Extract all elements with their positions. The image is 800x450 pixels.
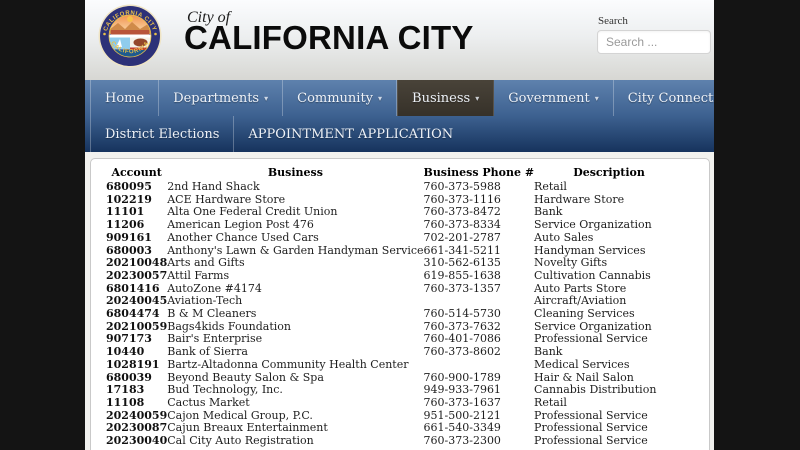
cell-business: American Legion Post 476: [167, 218, 314, 232]
table-row: 11206 American Legion Post 476 760-373-833…: [106, 218, 684, 232]
city-seal-logo[interactable]: CALIFORNIA CITY CALIFORNIA: [98, 4, 162, 68]
page-title: CALIFORNIA CITY: [184, 19, 474, 56]
cell-description: Retail: [534, 395, 567, 409]
search-box: Search: [597, 15, 711, 54]
nav-row-1: Home Departments ▾ Community ▾ Business ▾ Gover…: [85, 80, 714, 116]
page: CALIFORNIA CITY CALIFORNIA City of CALIF…: [85, 0, 714, 450]
table-row: 20230040 Cal City Auto Registration 760-37…: [106, 434, 684, 448]
cell-account: 6804474: [106, 307, 160, 321]
cell-account: 11108: [106, 395, 145, 409]
column-header-business: Business: [267, 166, 323, 179]
table-row: 680095 2nd Hand Shack 760-373-5988 Retail: [106, 180, 684, 194]
cell-business: Another Chance Used Cars: [167, 230, 319, 244]
nav-item-business[interactable]: Business ▾: [397, 80, 495, 116]
table-row: 1028191 Bartz-Altadonna Community Health …: [106, 357, 684, 372]
table-row: 20230057 Attil Farms 619-855-1638 Cultivati…: [106, 268, 684, 283]
cell-phone: 760-373-8334: [423, 218, 501, 232]
browser-viewport: CALIFORNIA CITY CALIFORNIA City of CALIF…: [0, 0, 800, 450]
column-header-phone: Business Phone #: [423, 166, 535, 179]
nav-item-community[interactable]: Community ▾: [283, 80, 398, 116]
table-row: 6804474 B & M Cleaners 760-514-5730 Cleanin…: [106, 307, 684, 321]
chevron-down-icon: ▾: [594, 94, 599, 103]
cell-business: Cactus Market: [167, 395, 250, 409]
business-directory-table: Account Business Business Phone # Descri…: [106, 166, 684, 448]
nav-item-city-connection[interactable]: City Connection▾: [614, 80, 714, 116]
nav-row-2: District Elections APPOINTMENT APPLICATIO…: [85, 116, 714, 152]
table-row: 10440 Bank of Sierra 760-373-8602 Bank: [106, 345, 684, 359]
cell-phone: [424, 359, 535, 372]
cell-description: Retail: [534, 180, 567, 193]
table-header: Account Business Business Phone # Descri…: [106, 166, 684, 181]
search-input[interactable]: [597, 30, 711, 54]
cell-description: Cultivation Cannabis: [534, 268, 651, 282]
cell-account: 680095: [106, 180, 152, 193]
cell-account: 11206: [106, 218, 145, 232]
cell-description: Cleaning Services: [534, 307, 635, 321]
cell-business: Bartz-Altadonna Community Health Center: [167, 357, 409, 371]
seal-star-right: [154, 32, 157, 36]
cell-business: Bank of Sierra: [167, 345, 248, 359]
cell-account: 909161: [106, 230, 152, 244]
cell-phone: 619-855-1638: [423, 268, 501, 282]
cell-phone: 760-373-5988: [423, 180, 501, 193]
nav-item-district-elections[interactable]: District Elections: [90, 116, 235, 152]
cell-description: Professional Service: [534, 434, 648, 448]
column-header-description: Description: [573, 166, 645, 179]
cell-phone: 760-373-1357: [423, 281, 501, 295]
cell-account: 1028191: [106, 357, 160, 371]
cell-business: Cal City Auto Registration: [167, 434, 314, 448]
cell-description: Service Organization: [534, 218, 652, 232]
cell-description: Medical Services: [534, 357, 630, 371]
cell-business: 2nd Hand Shack: [167, 180, 260, 193]
table-body: 680095 2nd Hand Shack 760-373-5988 Retail 10…: [106, 180, 684, 448]
cell-account: 20230040: [106, 434, 168, 448]
main-nav: Home Departments ▾ Community ▾ Business ▾ Gover…: [85, 80, 714, 152]
cell-account: 10440: [106, 345, 145, 359]
cell-phone: 760-373-8602: [423, 345, 501, 359]
table-row: 11108 Cactus Market 760-373-1637 Retail: [106, 395, 684, 410]
chevron-down-icon: ▾: [475, 94, 480, 103]
chevron-down-icon: ▾: [264, 94, 269, 103]
nav-item-appointment-application[interactable]: APPOINTMENT APPLICATION: [234, 116, 468, 152]
nav-item-government[interactable]: Government ▾: [494, 80, 614, 116]
nav-item-departments[interactable]: Departments ▾: [159, 80, 284, 116]
seal-star-left: [103, 32, 106, 36]
cell-business: Attil Farms: [167, 268, 230, 282]
column-header-account: Account: [111, 166, 162, 179]
chevron-down-icon: ▾: [378, 94, 383, 103]
table-row: 909161 Another Chance Used Cars 702-201-27…: [106, 230, 684, 245]
site-header: CALIFORNIA CITY CALIFORNIA City of CALIF…: [85, 0, 714, 80]
cell-description: Auto Sales: [534, 230, 594, 244]
cell-phone: 760-373-1637: [423, 395, 501, 409]
cell-account: 20230057: [106, 268, 168, 282]
cell-description: Bank: [534, 345, 563, 359]
nav-item-home[interactable]: Home: [90, 80, 160, 116]
cell-business: B & M Cleaners: [167, 307, 257, 321]
cell-phone: 760-514-5730: [423, 307, 501, 321]
search-label: Search: [598, 15, 628, 27]
cell-phone: 760-373-2300: [423, 434, 501, 448]
cell-phone: 702-201-2787: [423, 230, 501, 244]
content-panel: Account Business Business Phone # Descri…: [90, 158, 710, 450]
